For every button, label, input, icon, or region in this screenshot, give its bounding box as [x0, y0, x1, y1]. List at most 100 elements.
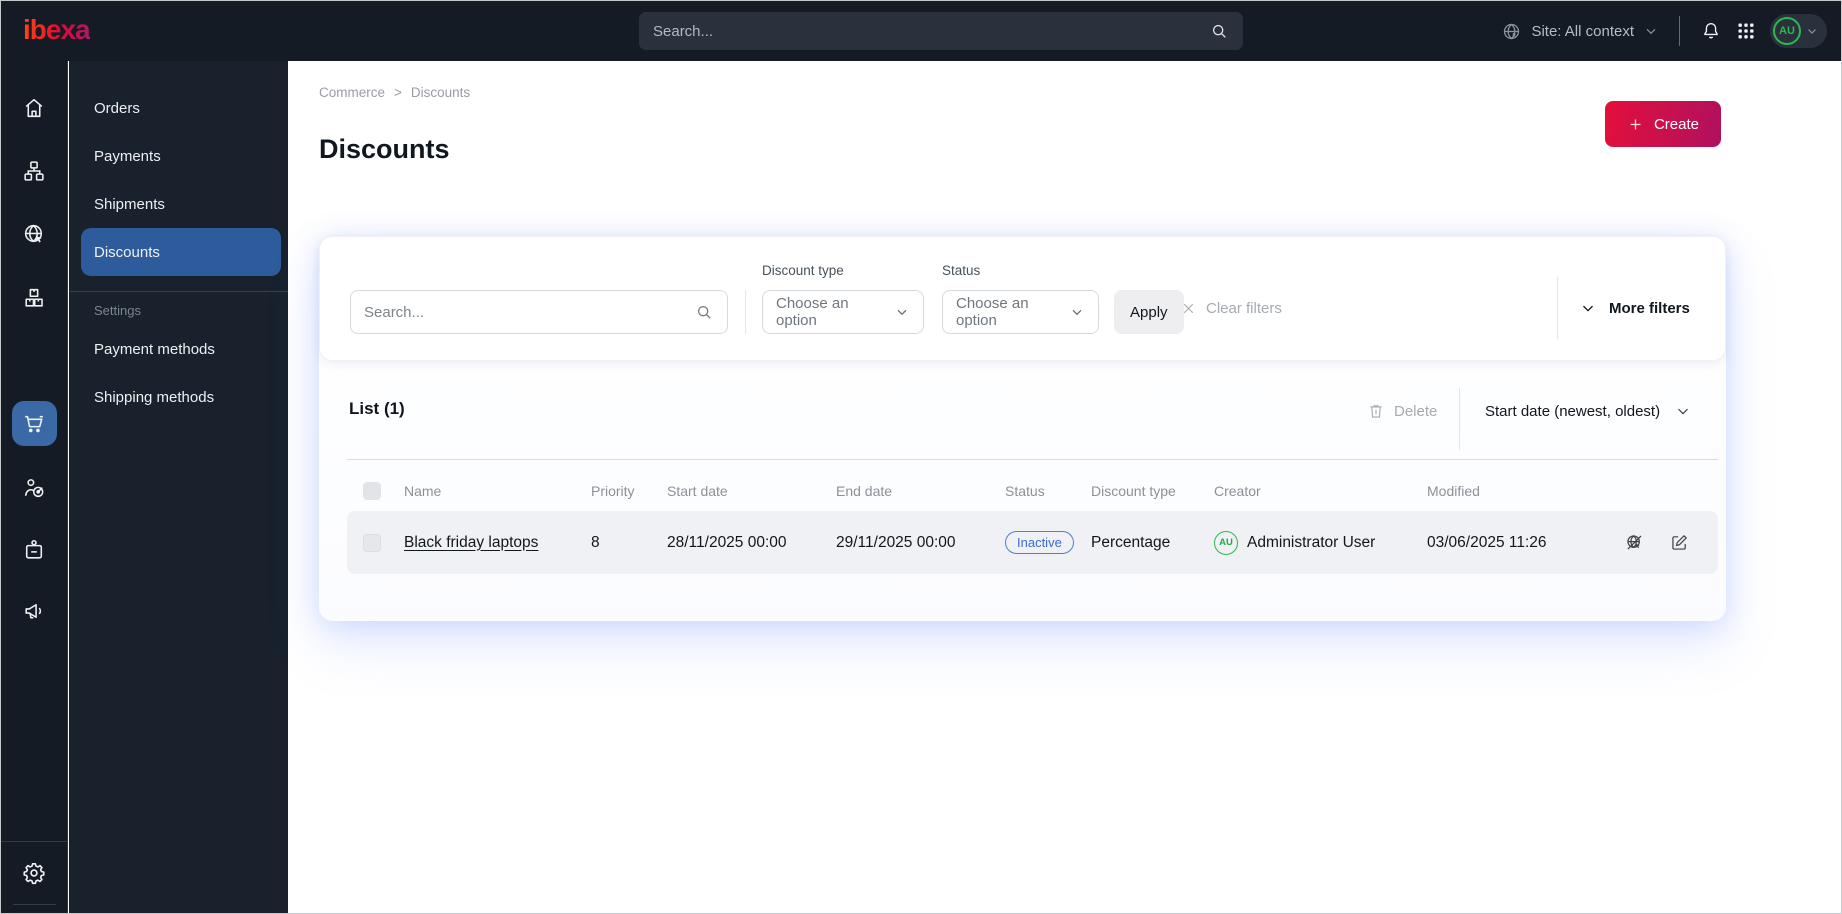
column-header-end-date[interactable]: End date	[836, 483, 1005, 499]
filter-bar: Discount type Choose an option Status Ch…	[319, 236, 1726, 361]
nav-item-payment-methods[interactable]: Payment methods	[81, 325, 281, 373]
status-select[interactable]: Choose an option	[942, 290, 1099, 334]
discount-name-link[interactable]: Black friday laptops	[404, 534, 538, 551]
row-checkbox[interactable]	[363, 533, 381, 552]
list-toolbar-divider	[1459, 388, 1460, 450]
main-content: Commerce > Discounts Create Discounts Se…	[288, 61, 1841, 913]
create-button[interactable]: Create	[1604, 101, 1721, 147]
ibexa-logo[interactable]: ibexa	[23, 14, 91, 46]
trash-icon	[1367, 402, 1385, 420]
site-context-selector[interactable]: Site: All context	[1501, 21, 1659, 42]
filter-search[interactable]	[350, 290, 728, 334]
topbar-divider	[1679, 16, 1680, 46]
corporate-badge-icon[interactable]	[22, 538, 47, 563]
filter-divider	[745, 290, 746, 334]
nav-item-payments[interactable]: Payments	[81, 132, 281, 180]
notifications-bell-icon[interactable]	[1700, 20, 1722, 42]
discount-type-cell: Percentage	[1091, 533, 1171, 551]
breadcrumb-discounts[interactable]: Discounts	[411, 85, 470, 100]
row-actions	[1624, 532, 1718, 553]
global-search[interactable]	[639, 12, 1243, 50]
create-button-label: Create	[1653, 115, 1699, 133]
breadcrumb: Commerce > Discounts	[319, 85, 470, 100]
select-all-checkbox[interactable]	[363, 482, 381, 500]
edit-icon[interactable]	[1669, 532, 1690, 553]
start-date-cell: 28/11/2025 00:00	[667, 533, 787, 551]
apply-button[interactable]: Apply	[1114, 290, 1184, 334]
settings-section-label: Settings	[94, 303, 141, 318]
chevron-down-icon	[894, 304, 910, 320]
modified-cell: 03/06/2025 11:26	[1427, 533, 1547, 551]
status-badge: Inactive	[1005, 531, 1074, 554]
table-header: Name Priority Start date End date Status…	[347, 476, 1718, 506]
filter-divider	[1557, 277, 1558, 339]
more-filters-button[interactable]: More filters	[1579, 299, 1690, 317]
more-filters-label: More filters	[1609, 299, 1690, 317]
status-label: Status	[942, 263, 981, 278]
content-structure-icon[interactable]	[22, 159, 47, 184]
delete-button[interactable]: Delete	[1367, 402, 1437, 420]
discounts-section-card: Discount type Choose an option Status Ch…	[319, 236, 1726, 621]
product-boxes-icon[interactable]	[22, 286, 47, 311]
close-icon	[1180, 300, 1197, 317]
list-title: List (1)	[349, 399, 405, 418]
list-divider	[347, 459, 1718, 460]
panel-divider	[69, 291, 288, 292]
site-cursor-icon[interactable]	[22, 222, 47, 247]
chevron-down-icon	[1579, 299, 1597, 317]
clear-filters-label: Clear filters	[1206, 300, 1282, 317]
column-header-discount-type[interactable]: Discount type	[1091, 483, 1214, 499]
column-header-priority[interactable]: Priority	[591, 483, 667, 499]
plus-icon	[1627, 116, 1644, 133]
breadcrumb-commerce[interactable]: Commerce	[319, 85, 385, 100]
clear-filters-button[interactable]: Clear filters	[1180, 300, 1282, 317]
site-context-label: Site: All context	[1531, 22, 1634, 40]
creator-avatar: AU	[1214, 530, 1238, 555]
main-menu-rail	[1, 61, 68, 913]
page-title: Discounts	[319, 134, 450, 164]
global-search-input[interactable]	[653, 22, 1209, 40]
filter-search-input[interactable]	[364, 303, 694, 321]
search-icon[interactable]	[694, 302, 714, 322]
table-row: Black friday laptops 8 28/11/2025 00:00 …	[347, 511, 1718, 574]
discount-type-label: Discount type	[762, 263, 844, 278]
breadcrumb-separator: >	[394, 85, 402, 100]
commerce-nav-panel: Orders Payments Shipments Discounts Sett…	[69, 61, 288, 913]
discount-type-select[interactable]: Choose an option	[762, 290, 924, 334]
creator-cell: AU Administrator User	[1214, 530, 1427, 555]
delete-button-label: Delete	[1394, 402, 1438, 420]
search-icon[interactable]	[1209, 21, 1229, 41]
chevron-down-icon	[1674, 402, 1692, 420]
discount-type-value: Choose an option	[776, 295, 849, 329]
status-value: Choose an option	[956, 295, 1029, 329]
priority-cell: 8	[591, 533, 600, 551]
column-header-modified[interactable]: Modified	[1427, 483, 1624, 499]
creator-name: Administrator User	[1247, 533, 1376, 551]
sort-selector-label: Start date (newest, oldest)	[1485, 402, 1661, 420]
rail-divider	[1, 841, 67, 842]
user-menu[interactable]: AU	[1770, 14, 1827, 48]
column-header-start-date[interactable]: Start date	[667, 483, 836, 499]
column-header-name[interactable]: Name	[404, 483, 591, 499]
chevron-down-icon	[1643, 23, 1659, 39]
nav-item-shipments[interactable]: Shipments	[81, 180, 281, 228]
home-icon[interactable]	[22, 96, 47, 121]
nav-item-shipping-methods[interactable]: Shipping methods	[81, 373, 281, 421]
end-date-cell: 29/11/2025 00:00	[836, 533, 956, 551]
chevron-down-icon	[1069, 304, 1085, 320]
nav-item-discounts[interactable]: Discounts	[81, 228, 281, 276]
app-grid-icon[interactable]	[1736, 21, 1756, 41]
app-window: ibexa Site: All context	[0, 0, 1842, 914]
top-bar: ibexa Site: All context	[1, 1, 1841, 61]
gear-icon[interactable]	[21, 860, 47, 886]
avatar: AU	[1773, 17, 1801, 45]
column-header-creator[interactable]: Creator	[1214, 483, 1427, 499]
sort-selector[interactable]: Start date (newest, oldest)	[1485, 402, 1692, 420]
commerce-cart-icon[interactable]	[22, 412, 47, 437]
nav-item-orders[interactable]: Orders	[81, 84, 281, 132]
customer-target-icon[interactable]	[22, 476, 47, 501]
preview-disabled-icon[interactable]	[1624, 532, 1645, 553]
chevron-down-icon	[1805, 24, 1819, 38]
megaphone-icon[interactable]	[22, 599, 47, 624]
column-header-status[interactable]: Status	[1005, 483, 1091, 499]
